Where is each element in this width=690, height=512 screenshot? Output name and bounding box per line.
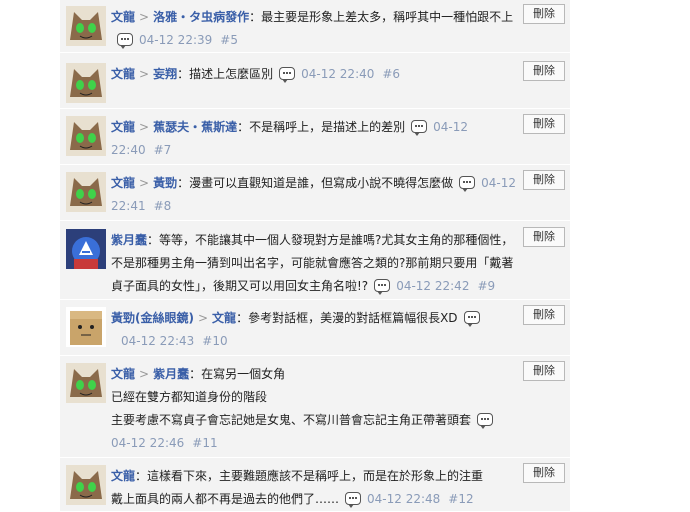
reply-icon[interactable] <box>374 279 391 295</box>
avatar[interactable] <box>66 465 106 505</box>
comment-author[interactable]: 黃勁(金絲眼鏡) <box>111 311 194 325</box>
comment-text: ：漫畫可以直觀知道是誰，但寫成小說不曉得怎麼做 <box>177 176 454 190</box>
reply-arrow: > <box>139 176 150 190</box>
comment-time: 04-12 22:40 <box>301 67 375 81</box>
comment-text: ：最主要是形象上差太多，稱呼其中一種怕跟不上 <box>249 10 514 24</box>
reply-icon[interactable] <box>459 176 476 192</box>
comment-item: 文龍 > 洛雅・タ虫病發作：最主要是形象上差太多，稱呼其中一種怕跟不上 04-12 2… <box>60 0 570 53</box>
avatar[interactable] <box>66 363 106 403</box>
delete-button[interactable]: 刪除 <box>523 463 565 483</box>
comment-item: 文龍：這樣看下來，主要難題應該不是稱呼上，而是在於形象上的注重戴上面具的兩人都不… <box>60 459 570 512</box>
reply-arrow: > <box>139 10 150 24</box>
comment-text: ：參考對話框，美漫的對話框篇幅很長XD <box>236 311 458 325</box>
floor-number[interactable]: #7 <box>154 143 172 157</box>
floor-number[interactable]: #9 <box>477 279 495 293</box>
comment-author[interactable]: 文龍 <box>111 469 135 483</box>
reply-target[interactable]: 蕉瑟夫・蕉斯達 <box>153 120 237 134</box>
comment-author[interactable]: 紫月蠢 <box>111 233 147 247</box>
avatar[interactable] <box>66 63 106 103</box>
comment-item: 文龍 > 蕉瑟夫・蕉斯達：不是稱呼上，是描述上的差別 04-12 22:40 #7 刪除 <box>60 110 570 165</box>
reply-icon[interactable] <box>279 67 296 83</box>
comment-time: 04-12 22:48 <box>367 492 441 506</box>
comment-item: 文龍 > 黃勁：漫畫可以直觀知道是誰，但寫成小說不曉得怎麼做 04-12 22:41 #… <box>60 166 570 221</box>
avatar[interactable] <box>66 116 106 156</box>
delete-button[interactable]: 刪除 <box>523 227 565 247</box>
comment-text-line: 已經在雙方都知道身份的階段 <box>111 390 268 404</box>
reply-arrow: > <box>197 311 209 325</box>
floor-number[interactable]: #8 <box>154 199 172 213</box>
floor-number[interactable]: #5 <box>220 33 238 47</box>
delete-button[interactable]: 刪除 <box>523 114 565 134</box>
comment-item: 黃勁(金絲眼鏡) > 文龍：參考對話框，美漫的對話框篇幅很長XD 04-12 22:4… <box>60 301 570 356</box>
reply-icon[interactable] <box>463 311 480 327</box>
comment-text: ：不是稱呼上，是描述上的差別 <box>237 120 406 134</box>
reply-target[interactable]: 妄翔 <box>153 67 177 81</box>
avatar[interactable] <box>66 229 106 269</box>
delete-button[interactable]: 刪除 <box>523 170 565 190</box>
comment-author[interactable]: 文龍 <box>111 67 135 81</box>
avatar[interactable] <box>66 307 106 347</box>
floor-number[interactable]: #10 <box>202 334 227 348</box>
floor-number[interactable]: #12 <box>448 492 473 506</box>
reply-icon[interactable] <box>117 33 133 49</box>
delete-button[interactable]: 刪除 <box>523 4 565 24</box>
reply-target[interactable]: 紫月蠢 <box>153 367 189 381</box>
comment-author[interactable]: 文龍 <box>111 367 135 381</box>
reply-arrow: > <box>139 120 150 134</box>
reply-arrow: > <box>139 67 150 81</box>
comment-time: 04-12 22:43 <box>121 334 195 348</box>
comment-author[interactable]: 文龍 <box>111 10 135 24</box>
reply-arrow: > <box>139 367 150 381</box>
delete-button[interactable]: 刪除 <box>523 61 565 81</box>
comment-time: 04-12 22:42 <box>396 279 470 293</box>
comment-text-line: 主要考慮不寫貞子會忘記她是女鬼、不寫川普會忘記主角正帶著頭套 <box>111 413 472 427</box>
comment-author[interactable]: 文龍 <box>111 176 135 190</box>
comment-text: ：這樣看下來，主要難題應該不是稱呼上，而是在於形象上的注重 <box>135 469 484 483</box>
reply-target[interactable]: 文龍 <box>212 311 236 325</box>
comment-time: 04-12 22:46 <box>111 436 185 450</box>
delete-button[interactable]: 刪除 <box>523 361 565 381</box>
avatar[interactable] <box>66 6 106 46</box>
reply-target[interactable]: 洛雅・タ虫病發作 <box>153 10 249 24</box>
comment-text-line: 戴上面具的兩人都不再是過去的他們了…… <box>111 492 340 506</box>
floor-number[interactable]: #11 <box>192 436 217 450</box>
comment-text: ：描述上怎麼區別 <box>177 67 274 81</box>
reply-icon[interactable] <box>477 413 494 429</box>
comment-item: 文龍 > 妄翔：描述上怎麼區別 04-12 22:40 #6 刪除 <box>60 57 570 109</box>
reply-icon[interactable] <box>345 492 362 508</box>
floor-number[interactable]: #6 <box>382 67 400 81</box>
comment-author[interactable]: 文龍 <box>111 120 135 134</box>
comment-text: ：在寫另一個女角 <box>189 367 286 381</box>
reply-icon[interactable] <box>411 120 428 136</box>
comment-item: 紫月蠢：等等，不能讓其中一個人發現對方是誰嗎?尤其女主角的那種個性，不是那種男主… <box>60 223 570 300</box>
comment-item: 文龍 > 紫月蠢：在寫另一個女角已經在雙方都知道身份的階段主要考慮不寫貞子會忘記她是… <box>60 357 570 458</box>
avatar[interactable] <box>66 172 106 212</box>
comment-time: 04-12 22:39 <box>139 33 213 47</box>
delete-button[interactable]: 刪除 <box>523 305 565 325</box>
reply-target[interactable]: 黃勁 <box>153 176 177 190</box>
